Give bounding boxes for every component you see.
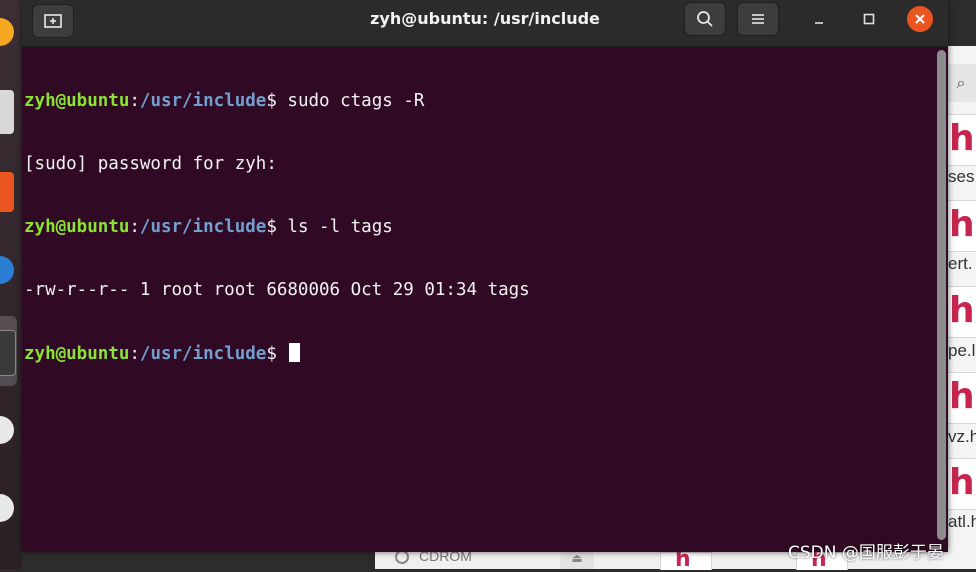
minimize-button[interactable] (806, 6, 832, 32)
file-icon[interactable]: h (944, 458, 976, 510)
search-button[interactable] (684, 2, 726, 36)
prompt-path: /usr/include (139, 344, 267, 364)
prompt-separator: : (129, 217, 140, 237)
prompt-separator: : (129, 91, 140, 111)
dock-app-icon[interactable] (0, 172, 14, 212)
scrollbar[interactable] (937, 50, 946, 540)
dock-app-icon[interactable] (0, 18, 14, 46)
file-icon[interactable]: h (944, 286, 976, 338)
prompt-path: /usr/include (139, 217, 267, 237)
watermark: CSDN @国服彭于晏 (788, 543, 944, 563)
maximize-button[interactable] (856, 6, 882, 32)
file-label: vz.h (948, 427, 976, 446)
hamburger-menu-icon (752, 14, 764, 24)
terminal-dock-icon[interactable] (0, 330, 16, 376)
search-icon[interactable]: ⌕ (946, 64, 976, 102)
dock-app-icon[interactable] (0, 90, 14, 134)
close-icon (915, 14, 925, 24)
prompt-path: /usr/include (139, 91, 267, 111)
prompt-user: zyh@ubuntu (24, 217, 130, 237)
prompt-symbol: $ (266, 91, 288, 111)
prompt-symbol: $ (266, 217, 288, 237)
command-text: sudo ctags -R (287, 91, 425, 111)
text-cursor (289, 343, 301, 362)
prompt-user: zyh@ubuntu (24, 91, 130, 111)
prompt-user: zyh@ubuntu (24, 344, 130, 364)
title-bar[interactable]: zyh@ubuntu: /usr/include (22, 0, 948, 47)
prompt-line: zyh@ubuntu:/usr/include$ ls -l tags (24, 217, 937, 238)
file-label: ses (948, 167, 975, 186)
dock-app-icon[interactable] (0, 416, 14, 444)
prompt-separator: : (129, 344, 140, 364)
terminal-window: zyh@ubuntu: /usr/include zyh@ubuntu:/usr… (22, 0, 948, 552)
file-icon[interactable]: h (944, 200, 976, 252)
prompt-line: zyh@ubuntu:/usr/include$ sudo ctags -R (24, 91, 937, 112)
terminal-output[interactable]: zyh@ubuntu:/usr/include$ sudo ctags -R [… (22, 47, 937, 552)
menu-button[interactable] (737, 2, 779, 36)
command-text: ls -l tags (287, 217, 393, 237)
file-icon[interactable]: h (944, 114, 976, 166)
file-icon[interactable]: h (944, 372, 976, 424)
maximize-icon (863, 13, 875, 25)
close-button[interactable] (907, 6, 933, 32)
minimize-icon (815, 22, 823, 24)
prompt-line: zyh@ubuntu:/usr/include$ (24, 343, 937, 364)
file-label: pe.l (948, 341, 976, 360)
dock-app-icon[interactable] (0, 256, 14, 284)
search-icon (697, 11, 713, 27)
file-label: atl.h (948, 512, 976, 531)
prompt-symbol: $ (266, 344, 288, 364)
output-line: -rw-r--r-- 1 root root 6680006 Oct 29 01… (24, 280, 530, 300)
file-label: ert. (948, 254, 973, 273)
disc-icon (395, 550, 409, 565)
file-icon[interactable]: h (660, 547, 712, 572)
dock-app-icon[interactable] (0, 494, 14, 522)
ubuntu-dock (0, 0, 22, 569)
output-line: [sudo] password for zyh: (24, 154, 277, 174)
